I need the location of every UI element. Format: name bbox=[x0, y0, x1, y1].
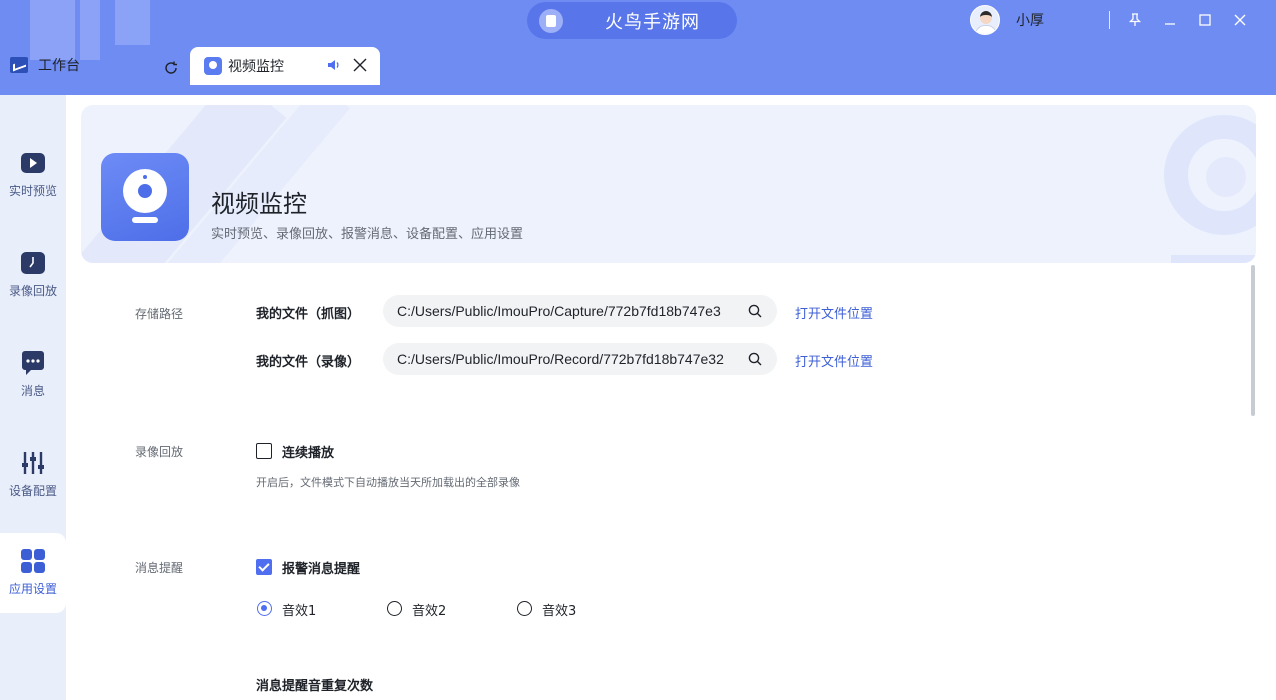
continuous-play-checkbox[interactable] bbox=[256, 443, 272, 459]
message-icon bbox=[20, 350, 46, 376]
pin-icon[interactable] bbox=[1124, 9, 1146, 31]
app-title-pill: 火鸟手游网 bbox=[527, 2, 737, 39]
play-icon bbox=[20, 150, 46, 176]
sound-2-label: 音效2 bbox=[412, 604, 447, 619]
user-name: 小厚 bbox=[1016, 13, 1044, 29]
page-title: 视频监控 bbox=[211, 190, 307, 218]
scrollbar[interactable] bbox=[1251, 265, 1255, 416]
sound-1-label: 音效1 bbox=[282, 604, 317, 619]
camera-icon bbox=[204, 57, 222, 75]
avatar[interactable] bbox=[970, 5, 1000, 35]
repeat-count-label: 消息提醒音重复次数 bbox=[256, 679, 374, 694]
app-title: 火鸟手游网 bbox=[605, 11, 700, 33]
nav-item-device-config[interactable]: 设备配置 bbox=[0, 435, 66, 515]
open-record-location-link[interactable]: 打开文件位置 bbox=[795, 351, 873, 370]
alarm-message-label: 报警消息提醒 bbox=[282, 562, 361, 577]
tab-workbench[interactable]: 工作台 bbox=[10, 55, 80, 75]
capture-path-field[interactable] bbox=[383, 295, 777, 327]
user-profile[interactable]: 小厚 bbox=[970, 5, 1044, 35]
nav-label: 录像回放 bbox=[8, 284, 57, 298]
search-icon[interactable] bbox=[747, 351, 763, 367]
sound-2-radio[interactable] bbox=[387, 601, 402, 616]
left-nav: 实时预览 录像回放 消息 设备配置 应用设置 bbox=[0, 95, 66, 700]
tab-video-label: 视频监控 bbox=[228, 59, 284, 75]
record-path-field[interactable] bbox=[383, 343, 777, 375]
nav-item-app-settings[interactable]: 应用设置 bbox=[0, 533, 66, 613]
chart-icon bbox=[10, 57, 28, 73]
capture-path-label: 我的文件（抓图） bbox=[256, 307, 361, 322]
record-path-label: 我的文件（录像） bbox=[256, 355, 361, 370]
refresh-icon[interactable] bbox=[160, 57, 182, 79]
search-icon[interactable] bbox=[747, 303, 763, 319]
divider bbox=[1109, 11, 1110, 29]
nav-item-playback[interactable]: 录像回放 bbox=[0, 235, 66, 315]
alarm-message-checkbox[interactable] bbox=[256, 559, 272, 575]
sound-1-radio[interactable] bbox=[257, 601, 272, 616]
nav-item-messages[interactable]: 消息 bbox=[0, 335, 66, 415]
nav-item-live-preview[interactable]: 实时预览 bbox=[0, 135, 66, 215]
page-subtitle: 实时预览、录像回放、报警消息、设备配置、应用设置 bbox=[211, 227, 524, 242]
title-bar: 火鸟手游网 小厚 工作台 视频监控 bbox=[0, 0, 1276, 95]
nav-label: 消息 bbox=[20, 384, 45, 398]
sound-3-label: 音效3 bbox=[542, 604, 577, 619]
tab-workbench-label: 工作台 bbox=[38, 58, 80, 74]
section-label-alerts: 消息提醒 bbox=[135, 561, 184, 575]
speaker-icon[interactable] bbox=[326, 57, 342, 77]
grid-icon bbox=[20, 548, 46, 574]
nav-label: 应用设置 bbox=[8, 582, 57, 596]
close-icon[interactable] bbox=[1229, 9, 1251, 31]
sound-3-radio[interactable] bbox=[517, 601, 532, 616]
open-capture-location-link[interactable]: 打开文件位置 bbox=[795, 303, 873, 322]
app-logo-icon bbox=[539, 8, 563, 33]
nav-label: 设备配置 bbox=[8, 484, 57, 498]
minimize-icon[interactable] bbox=[1159, 9, 1181, 31]
section-label-storage: 存储路径 bbox=[135, 307, 184, 321]
video-monitor-app-icon bbox=[101, 153, 189, 241]
clock-icon bbox=[20, 250, 46, 276]
continuous-play-hint: 开启后，文件模式下自动播放当天所加载出的全部录像 bbox=[256, 476, 520, 489]
tab-video-monitor[interactable]: 视频监控 bbox=[190, 47, 380, 85]
nav-label: 实时预览 bbox=[8, 184, 57, 198]
maximize-icon[interactable] bbox=[1194, 9, 1216, 31]
section-label-playback: 录像回放 bbox=[135, 445, 184, 459]
tab-close-icon[interactable] bbox=[351, 56, 369, 78]
sliders-icon bbox=[20, 450, 46, 476]
continuous-play-label: 连续播放 bbox=[282, 446, 335, 461]
